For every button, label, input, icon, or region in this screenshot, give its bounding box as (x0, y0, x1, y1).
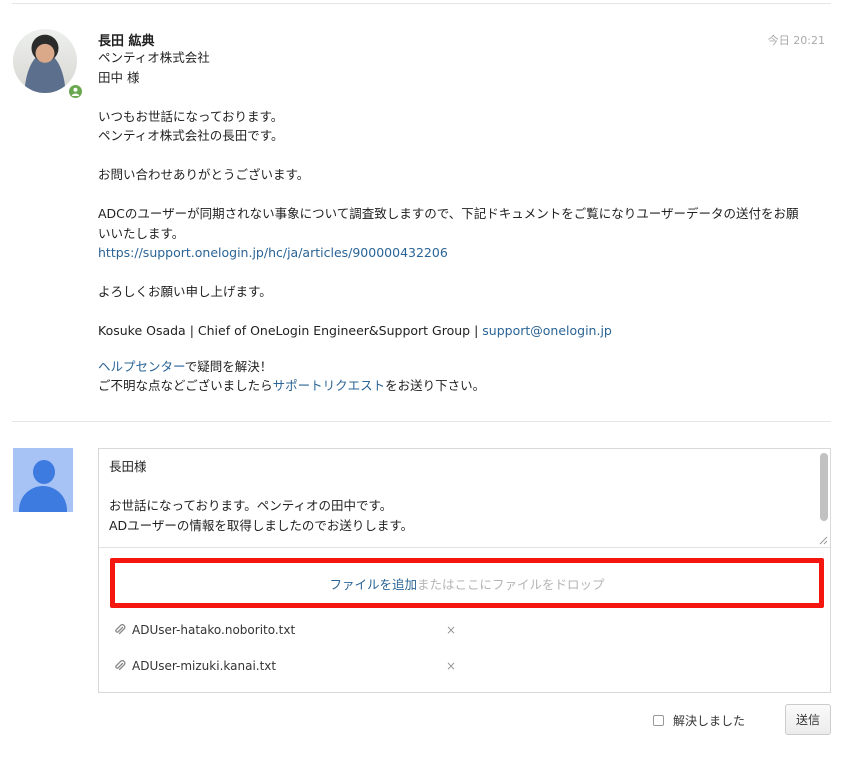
paperclip-icon (115, 624, 126, 635)
body-line-1: ADCのユーザーが同期されない事象について調査致しますので、下記ドキュメントをご… (98, 206, 799, 221)
closing-line: よろしくお願い申し上げます。 (98, 284, 272, 299)
file-dropzone[interactable]: ファイルを追加 またはここにファイルをドロップ (110, 558, 824, 608)
resolved-checkbox[interactable] (653, 715, 664, 726)
reply-composer: 長田様 お世話になっております。ペンティオの田中です。 ADユーザーの情報を取得… (98, 448, 831, 693)
greeting-line-2: ペンティオ株式会社の長田です。 (98, 128, 284, 143)
attachment-item: ADUser-hatako.noborito.txt × (114, 620, 456, 640)
thanks-line: お問い合わせありがとうございます。 (98, 167, 310, 182)
support-request-line: ご不明な点などございましたらサポートリクエストをお送り下さい。 (98, 376, 833, 396)
help-center-line: ヘルプセンターで疑問を解決！ (98, 357, 833, 377)
help-center-suffix: で疑問を解決！ (184, 358, 273, 374)
reply-textarea[interactable]: 長田様 お世話になっております。ペンティオの田中です。 ADユーザーの情報を取得… (99, 449, 830, 548)
message-timestamp: 今日 20:21 (767, 34, 825, 47)
resolved-toggle[interactable]: 解決しました (653, 712, 745, 729)
sender-name: 長田 紘典 (98, 34, 155, 49)
attachment-name: ADUser-hatako.noborito.txt (132, 623, 296, 637)
attachment-item: ADUser-mizuki.kanai.txt × (114, 656, 456, 676)
help-center-link[interactable]: ヘルプセンター (98, 359, 185, 374)
add-file-link[interactable]: ファイルを追加 (329, 574, 417, 593)
avatar-head (33, 460, 55, 484)
article-link[interactable]: https://support.onelogin.jp/hc/ja/articl… (98, 245, 448, 260)
message-divider (12, 421, 831, 422)
send-button[interactable]: 送信 (785, 704, 831, 735)
paperclip-icon (115, 660, 126, 671)
remove-attachment-close-icon[interactable]: × (446, 623, 456, 637)
avatar-body (19, 486, 67, 512)
top-divider (12, 3, 831, 4)
signature-line: Kosuke Osada | Chief of OneLogin Enginee… (98, 321, 833, 341)
addressee-line: 田中 様 (98, 69, 140, 85)
attachment-name: ADUser-mizuki.kanai.txt (132, 659, 277, 673)
agent-avatar (13, 29, 77, 93)
agent-badge-person-icon (67, 83, 84, 100)
support-request-suffix: をお送り下さい。 (385, 378, 486, 393)
message-body: ペンティオ株式会社 田中 様 いつもお世話になっております。 ペンティオ株式会社… (98, 48, 833, 396)
support-request-prefix: ご不明な点などございましたら (98, 378, 273, 393)
reply-scrollbar[interactable] (820, 453, 828, 521)
resolved-label: 解決しました (673, 714, 746, 728)
resize-grip-icon[interactable] (818, 535, 828, 545)
body-line-2: いいたします。 (98, 225, 185, 241)
user-avatar (13, 448, 73, 512)
support-email-link[interactable]: support@onelogin.jp (482, 323, 612, 338)
company-line: ペンティオ株式会社 (98, 50, 210, 65)
support-request-link[interactable]: サポートリクエスト (273, 378, 386, 393)
remove-attachment-close-icon[interactable]: × (446, 659, 456, 673)
greeting-line-1: いつもお世話になっております。 (98, 108, 284, 124)
signature-text: Kosuke Osada | Chief of OneLogin Enginee… (98, 323, 483, 338)
dropzone-hint: またはここにファイルをドロップ (417, 576, 605, 592)
